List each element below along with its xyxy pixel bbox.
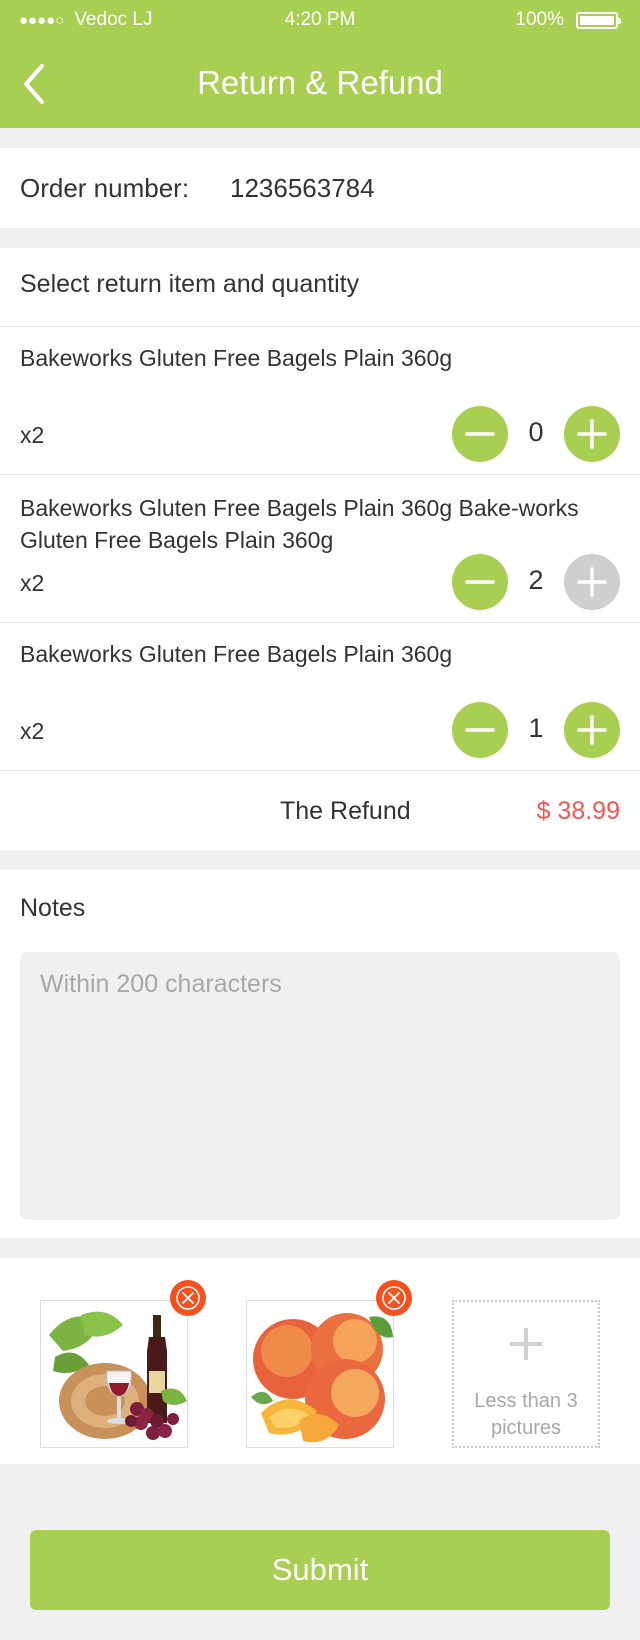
- decrease-quantity-button[interactable]: [452, 702, 508, 758]
- increase-quantity-button[interactable]: [564, 554, 620, 610]
- item-quantity: 1: [528, 713, 544, 743]
- order-number-label: Order number:: [20, 173, 190, 203]
- close-icon: [382, 1286, 406, 1310]
- page-title: Return & Refund: [197, 64, 443, 101]
- item-count: x2: [20, 422, 45, 448]
- wine-grapes-photo: [41, 1301, 187, 1447]
- battery-icon: [576, 11, 621, 29]
- item-quantity: 0: [528, 417, 544, 447]
- divider: [0, 474, 640, 475]
- remove-photo-button[interactable]: [170, 1280, 206, 1316]
- order-info: Order number: 1236563784: [0, 148, 640, 228]
- close-icon: [176, 1286, 200, 1310]
- minus-icon: [465, 580, 495, 584]
- add-photo-button[interactable]: Less than 3 pictures: [452, 1300, 600, 1448]
- item-name: Bakeworks Gluten Free Bagels Plain 360g: [20, 641, 453, 667]
- remove-photo-button[interactable]: [376, 1280, 412, 1316]
- plus-icon: [577, 419, 607, 449]
- photo-thumbnail[interactable]: [246, 1300, 394, 1448]
- divider: [0, 770, 640, 771]
- item-count: x2: [20, 718, 45, 744]
- photo-thumbnail[interactable]: [40, 1300, 188, 1448]
- item-quantity: 2: [528, 565, 544, 595]
- minus-icon: [465, 728, 495, 732]
- notes-input[interactable]: [20, 952, 620, 1220]
- app-header: ●●●●○ Vedoc LJ 4:20 PM 100% Return & Ref…: [0, 0, 640, 128]
- decrease-quantity-button[interactable]: [452, 406, 508, 462]
- notes-title: Notes: [20, 894, 86, 922]
- increase-quantity-button[interactable]: [564, 406, 620, 462]
- divider: [0, 326, 640, 327]
- return-items-section: Select return item and quantity Bakework…: [0, 248, 640, 850]
- order-number-value: 1236563784: [230, 173, 375, 203]
- refund-label: The Refund: [280, 797, 411, 825]
- refund-amount: $ 38.99: [536, 797, 620, 825]
- nav-bar: Return & Refund: [0, 40, 640, 128]
- item-count: x2: [20, 570, 45, 596]
- status-bar: ●●●●○ Vedoc LJ 4:20 PM 100%: [0, 0, 640, 40]
- plus-icon: [510, 1328, 542, 1360]
- item-name: Bakeworks Gluten Free Bagels Plain 360g …: [20, 495, 579, 553]
- submit-button[interactable]: Submit: [30, 1530, 610, 1610]
- minus-icon: [465, 432, 495, 436]
- increase-quantity-button[interactable]: [564, 702, 620, 758]
- plus-icon: [577, 715, 607, 745]
- plus-icon: [577, 567, 607, 597]
- battery-percent: 100%: [515, 9, 564, 30]
- notes-section: Notes: [0, 870, 640, 1238]
- decrease-quantity-button[interactable]: [452, 554, 508, 610]
- photos-section: Less than 3 pictures: [0, 1258, 640, 1464]
- divider: [0, 622, 640, 623]
- return-items-title: Select return item and quantity: [20, 270, 360, 298]
- item-name: Bakeworks Gluten Free Bagels Plain 360g: [20, 345, 453, 371]
- peaches-photo: [247, 1301, 393, 1447]
- add-photo-hint: Less than 3 pictures: [474, 1390, 578, 1439]
